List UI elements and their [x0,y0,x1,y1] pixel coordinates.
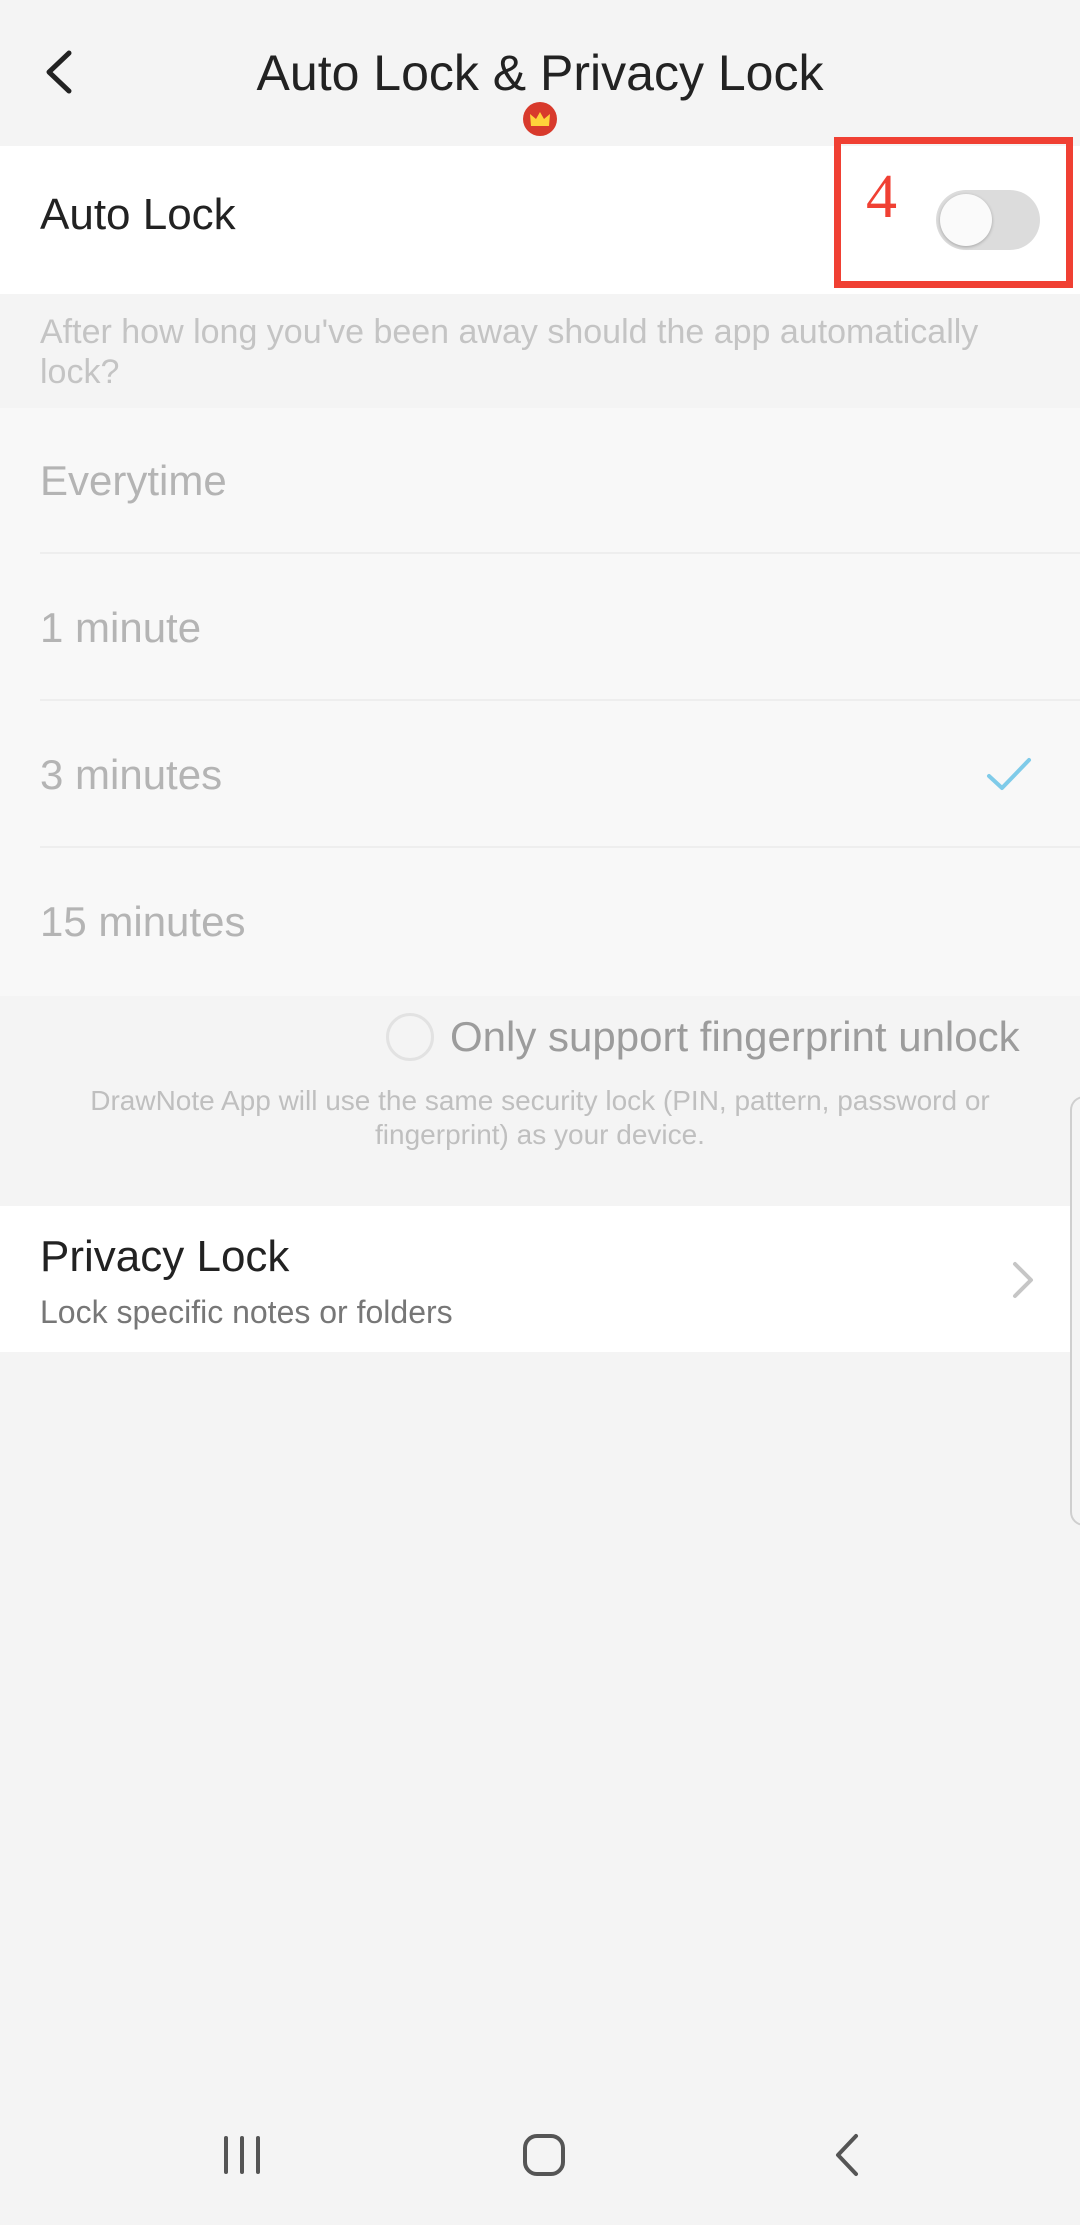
auto-lock-label: Auto Lock [40,190,236,239]
lock-time-options: Everytime 1 minute 3 minutes 15 minutes [0,408,1080,996]
fingerprint-label[interactable]: Only support fingerprint unlock [450,1013,1020,1061]
home-button[interactable] [484,2090,604,2220]
option-3-minutes[interactable]: 3 minutes [0,702,1080,848]
page-title: Auto Lock & Privacy Lock [256,45,824,101]
home-icon [523,2134,565,2176]
divider [40,552,1080,554]
chevron-right-icon [1013,1262,1033,1298]
option-label: 1 minute [40,604,202,651]
system-back-button[interactable] [786,2090,906,2220]
recent-apps-icon [224,2136,260,2174]
privacy-lock-row[interactable]: Privacy Lock Lock specific notes or fold… [0,1206,1072,1352]
annotation-number: 4 [866,163,897,231]
back-icon [836,2134,858,2176]
option-everytime[interactable]: Everytime [0,408,1080,554]
system-navigation-bar [0,2090,1080,2220]
option-label: 3 minutes [40,751,223,798]
auto-lock-hint: After how long you've been away should t… [40,313,979,391]
option-label: 15 minutes [40,898,246,945]
fingerprint-radio[interactable] [386,1013,434,1061]
privacy-lock-title: Privacy Lock [40,1232,290,1281]
option-15-minutes[interactable]: 15 minutes [0,849,1080,995]
crown-icon [523,102,557,136]
edge-panel-handle[interactable] [1070,1096,1080,1526]
app-header: Auto Lock & Privacy Lock [0,0,1080,146]
checkmark-icon [987,758,1031,790]
privacy-lock-subtitle: Lock specific notes or folders [40,1294,453,1330]
option-1-minute[interactable]: 1 minute [0,555,1080,701]
option-label: Everytime [40,457,227,504]
recent-apps-button[interactable] [182,2090,302,2220]
divider [40,846,1080,848]
divider [40,699,1080,701]
fingerprint-note: DrawNote App will use the same security … [90,1085,990,1150]
